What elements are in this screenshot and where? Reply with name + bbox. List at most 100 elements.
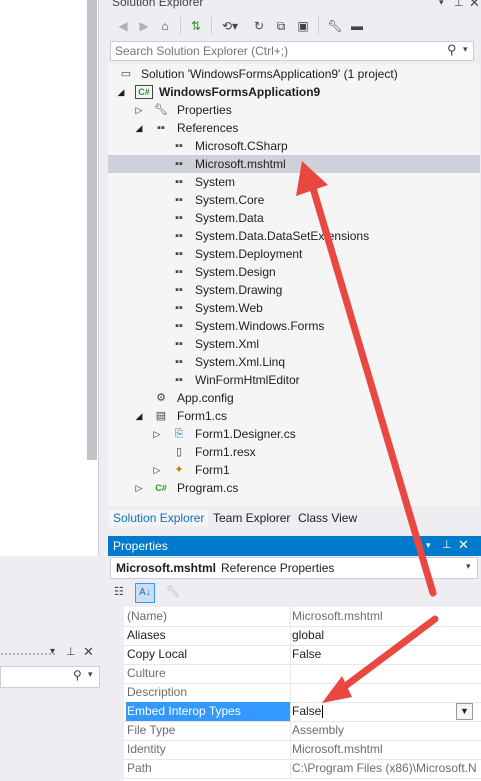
property-object-selector[interactable]: Microsoft.mshtml Reference Properties ▾ bbox=[110, 557, 478, 579]
collapse-arrow-icon[interactable]: ◢ bbox=[134, 119, 144, 137]
tree-item-form1-designer[interactable]: ▷ ⎘ Form1.Designer.cs bbox=[108, 425, 480, 443]
tree-item-label: System.Web bbox=[195, 301, 263, 315]
tree-item-label: References bbox=[177, 121, 239, 135]
close-icon[interactable]: ✕ bbox=[469, 0, 480, 11]
dropdown-arrow-icon[interactable]: ▾ bbox=[439, 0, 444, 8]
solution-search-box[interactable]: ⚲ ▾ bbox=[110, 41, 474, 61]
property-row[interactable]: File Type Assembly bbox=[108, 721, 481, 741]
property-value bbox=[290, 664, 477, 683]
tree-item-reference[interactable]: ▪▪ System.Xml.Linq bbox=[108, 353, 480, 371]
property-value[interactable]: False bbox=[290, 645, 477, 664]
back-icon[interactable]: ◀ bbox=[114, 17, 132, 35]
tree-item-reference[interactable]: ▪▪ System.Web bbox=[108, 299, 480, 317]
tree-item-properties[interactable]: ▷ 🔧︎ Properties bbox=[108, 101, 480, 119]
property-row[interactable]: Copy Local False bbox=[108, 645, 481, 665]
pin-icon[interactable]: ⊥ bbox=[442, 538, 452, 551]
home-icon[interactable]: ⌂ bbox=[156, 17, 174, 35]
text-caret bbox=[322, 705, 324, 719]
solution-tree: ▭ Solution 'WindowsFormsApplication9' (1… bbox=[108, 64, 480, 506]
toolbar-separator bbox=[180, 17, 181, 35]
tree-item-reference[interactable]: ▪▪ WinFormHtmlEditor bbox=[108, 371, 480, 389]
tree-item-reference[interactable]: ▪▪ System bbox=[108, 173, 480, 191]
tab-team-explorer[interactable]: Team Explorer bbox=[213, 511, 290, 525]
chevron-down-icon[interactable]: ▾ bbox=[463, 44, 468, 55]
property-row[interactable]: Description bbox=[108, 683, 481, 703]
refresh-icon[interactable]: ↻ bbox=[250, 17, 268, 35]
editor-scrollbar[interactable] bbox=[87, 0, 97, 460]
alphabetical-icon[interactable]: A↓ bbox=[135, 583, 155, 603]
collapse-all-icon[interactable]: ⧉ bbox=[272, 17, 290, 35]
categorized-icon[interactable]: ☷ bbox=[114, 585, 124, 598]
toolbar-separator bbox=[318, 17, 319, 35]
tree-item-form1-resx[interactable]: ▯ Form1.resx bbox=[108, 443, 480, 461]
expand-arrow-icon[interactable]: ▷ bbox=[134, 101, 144, 119]
tree-item-reference[interactable]: ▪▪ System.Windows.Forms bbox=[108, 317, 480, 335]
object-type: Reference Properties bbox=[221, 561, 335, 575]
reference-icon: ▪▪ bbox=[175, 302, 183, 314]
property-row[interactable]: Identity Microsoft.mshtml bbox=[108, 740, 481, 760]
show-all-files-icon[interactable]: ▣ bbox=[294, 17, 312, 35]
left-panel-search[interactable]: ⚲ ▾ bbox=[0, 666, 100, 688]
expand-arrow-icon[interactable]: ▷ bbox=[152, 461, 162, 479]
tree-item-project[interactable]: ◢ C# WindowsFormsApplication9 bbox=[108, 83, 480, 101]
property-row-selected[interactable]: Embed Interop Types False ▼ bbox=[108, 702, 481, 722]
pin-icon[interactable]: ⊥ bbox=[66, 645, 76, 658]
property-grid-margin bbox=[108, 607, 124, 781]
drag-handle[interactable] bbox=[0, 652, 56, 656]
property-value[interactable]: global bbox=[290, 626, 477, 645]
tree-item-app-config[interactable]: ⚙ App.config bbox=[108, 389, 480, 407]
wrench-icon: 🔧︎ bbox=[154, 104, 168, 116]
code-editor[interactable] bbox=[0, 0, 99, 556]
collapse-arrow-icon[interactable]: ◢ bbox=[134, 407, 144, 425]
tree-item-form1-class[interactable]: ▷ ✦ Form1 bbox=[108, 461, 480, 479]
tree-item-solution[interactable]: ▭ Solution 'WindowsFormsApplication9' (1… bbox=[108, 65, 480, 83]
tree-item-reference[interactable]: ▪▪ System.Design bbox=[108, 263, 480, 281]
expand-arrow-icon[interactable]: ▷ bbox=[134, 479, 144, 497]
tree-item-label: Microsoft.mshtml bbox=[195, 157, 286, 171]
tree-item-reference[interactable]: ▪▪ Microsoft.CSharp bbox=[108, 137, 480, 155]
property-name: (Name) bbox=[127, 609, 168, 623]
dropdown-arrow-icon[interactable]: ▾ bbox=[426, 540, 431, 551]
form-file-icon: ▤ bbox=[155, 410, 167, 422]
property-row[interactable]: Path C:\Program Files (x86)\Microsoft.N bbox=[108, 759, 481, 779]
tree-item-references[interactable]: ◢ ▪▪ References bbox=[108, 119, 480, 137]
close-icon[interactable]: ✕ bbox=[83, 644, 94, 660]
property-value-dropdown[interactable]: False bbox=[290, 702, 477, 721]
collapse-arrow-icon[interactable]: ◢ bbox=[116, 83, 126, 101]
expand-arrow-icon[interactable]: ▷ bbox=[152, 425, 162, 443]
tree-item-reference[interactable]: ▪▪ System.Data.DataSetExtensions bbox=[108, 227, 480, 245]
property-row[interactable]: Culture bbox=[108, 664, 481, 684]
tree-item-label: System.Drawing bbox=[195, 283, 283, 297]
pin-icon[interactable]: ⊥ bbox=[454, 0, 464, 9]
chevron-down-icon[interactable]: ▾ bbox=[466, 561, 471, 572]
tree-item-form1-cs[interactable]: ◢ ▤ Form1.cs bbox=[108, 407, 480, 425]
property-row[interactable]: (Name) Microsoft.mshtml bbox=[108, 607, 481, 627]
close-icon[interactable]: ✕ bbox=[458, 537, 469, 553]
forward-icon[interactable]: ▶ bbox=[135, 17, 153, 35]
search-icon[interactable]: ⚲ bbox=[447, 42, 457, 58]
tree-item-label: System.Windows.Forms bbox=[195, 319, 325, 333]
reference-icon: ▪▪ bbox=[175, 176, 183, 188]
preview-icon[interactable]: ▬ bbox=[348, 17, 366, 35]
search-icon[interactable]: ⚲ bbox=[73, 668, 82, 682]
tree-item-reference[interactable]: ▪▪ System.Drawing bbox=[108, 281, 480, 299]
class-icon: ✦ bbox=[174, 464, 184, 476]
tab-class-view[interactable]: Class View bbox=[298, 511, 357, 525]
tree-item-reference-selected[interactable]: ▪▪ Microsoft.mshtml bbox=[108, 155, 480, 173]
chevron-down-icon[interactable]: ▼ bbox=[456, 703, 473, 720]
history-icon[interactable]: ⟲▾ bbox=[218, 17, 242, 35]
tab-solution-explorer[interactable]: Solution Explorer bbox=[109, 511, 209, 526]
tree-item-reference[interactable]: ▪▪ System.Core bbox=[108, 191, 480, 209]
tree-item-program-cs[interactable]: ▷ C# Program.cs bbox=[108, 479, 480, 497]
wrench-icon[interactable]: 🔧︎ bbox=[326, 17, 344, 35]
property-row[interactable]: Aliases global bbox=[108, 626, 481, 646]
chevron-down-icon[interactable]: ▾ bbox=[88, 669, 93, 680]
property-name: Aliases bbox=[127, 628, 166, 642]
tree-item-reference[interactable]: ▪▪ System.Deployment bbox=[108, 245, 480, 263]
tree-item-reference[interactable]: ▪▪ System.Xml bbox=[108, 335, 480, 353]
wrench-icon[interactable]: 🔧︎ bbox=[166, 585, 180, 598]
tree-item-label: System.Core bbox=[195, 193, 265, 207]
tree-item-reference[interactable]: ▪▪ System.Data bbox=[108, 209, 480, 227]
pending-changes-icon[interactable]: ⇅ bbox=[187, 17, 205, 35]
solution-search-input[interactable] bbox=[111, 42, 439, 60]
